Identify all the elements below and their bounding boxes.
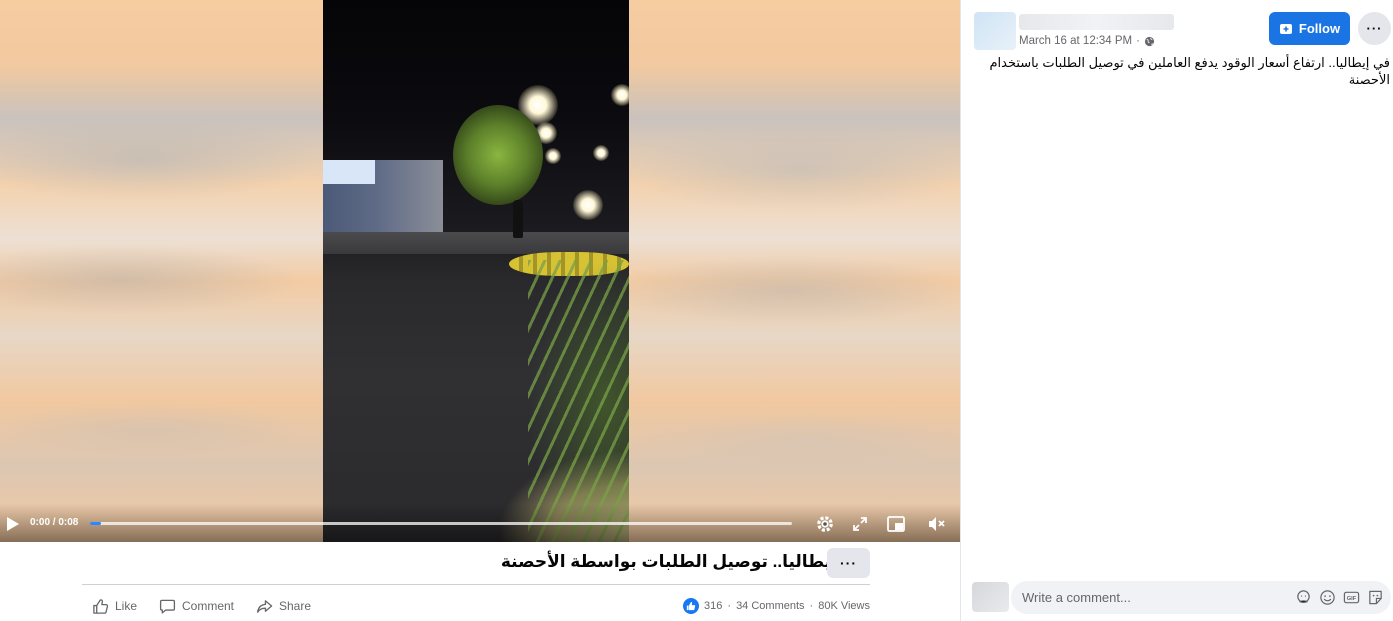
video-player[interactable]: 0:00 / 0:08 [0, 0, 960, 542]
author-name-redacted[interactable] [1019, 14, 1174, 30]
tree [453, 105, 543, 205]
video-blur-background-right [629, 0, 960, 542]
mute-icon[interactable] [926, 514, 946, 534]
street-lamp [593, 145, 609, 161]
post-meta: March 16 at 12:34 PM · [1019, 35, 1155, 47]
post-more-options-button[interactable]: ··· [1358, 12, 1391, 45]
like-label: Like [115, 599, 138, 613]
horse-rider [513, 200, 523, 238]
sticker-icon[interactable] [1367, 589, 1384, 606]
stats-separator: · [727, 600, 732, 612]
follow-icon [1279, 23, 1292, 34]
comment-placeholder: Write a comment... [1022, 590, 1131, 605]
divider [82, 584, 870, 585]
emoji-icon[interactable] [1319, 589, 1336, 606]
video-blur-background-left [0, 0, 323, 542]
svg-text:GIF: GIF [1347, 596, 1357, 602]
comment-input[interactable]: Write a comment... GIF [1011, 581, 1391, 614]
share-arrow-icon [257, 599, 273, 613]
post-side-panel: March 16 at 12:34 PM · Follow ··· في إيط… [960, 0, 1393, 621]
palm-plant [528, 260, 629, 542]
comment-bubble-icon [159, 599, 176, 614]
post-timestamp[interactable]: March 16 at 12:34 PM [1019, 35, 1132, 47]
view-count: 80K Views [818, 600, 870, 612]
comment-count[interactable]: 34 Comments [736, 600, 804, 612]
like-reaction-icon [683, 598, 700, 614]
street-lamp [573, 190, 603, 220]
road-edge [323, 232, 629, 254]
video-controls: 0:00 / 0:08 [0, 504, 960, 542]
stats-separator: · [809, 600, 814, 612]
post-text: في إيطاليا.. ارتفاع أسعار الوقود يدفع ال… [989, 55, 1390, 87]
thumbs-up-icon [93, 598, 109, 614]
settings-gear-icon[interactable] [815, 514, 835, 534]
video-more-options-button[interactable]: ··· [827, 548, 870, 578]
time-display: 0:00 / 0:08 [30, 517, 79, 528]
play-icon[interactable] [6, 516, 20, 532]
avatar-sticker-icon[interactable] [1295, 589, 1312, 606]
shop-sign [323, 160, 375, 184]
picture-in-picture-icon[interactable] [886, 514, 906, 534]
gif-icon[interactable]: GIF [1343, 589, 1360, 606]
post-stats: 316 · 34 Comments · 80K Views [683, 598, 870, 614]
follow-button[interactable]: Follow [1269, 12, 1350, 45]
comment-label: Comment [182, 599, 235, 613]
post-action-bar: Like Comment Share 316 · 34 Comments · 8… [82, 592, 870, 620]
like-button[interactable]: Like [92, 595, 137, 617]
globe-icon [1144, 36, 1155, 46]
share-button[interactable]: Share [256, 595, 311, 617]
meta-separator: · [1136, 35, 1140, 47]
comment-button[interactable]: Comment [159, 595, 234, 617]
current-user-avatar[interactable] [972, 582, 1009, 612]
street-lamp [611, 84, 629, 106]
video-title: في إيطاليا.. توصيل الطلبات بواسطة الأحصن… [500, 552, 870, 571]
follow-label: Follow [1298, 21, 1341, 36]
reaction-count[interactable]: 316 [704, 600, 722, 612]
street-lamp [545, 148, 561, 164]
progress-bar[interactable] [90, 522, 792, 525]
share-label: Share [279, 599, 312, 613]
fullscreen-icon[interactable] [850, 514, 870, 534]
video-frame[interactable] [323, 0, 629, 542]
progress-fill [90, 522, 101, 525]
author-avatar[interactable] [974, 12, 1016, 50]
